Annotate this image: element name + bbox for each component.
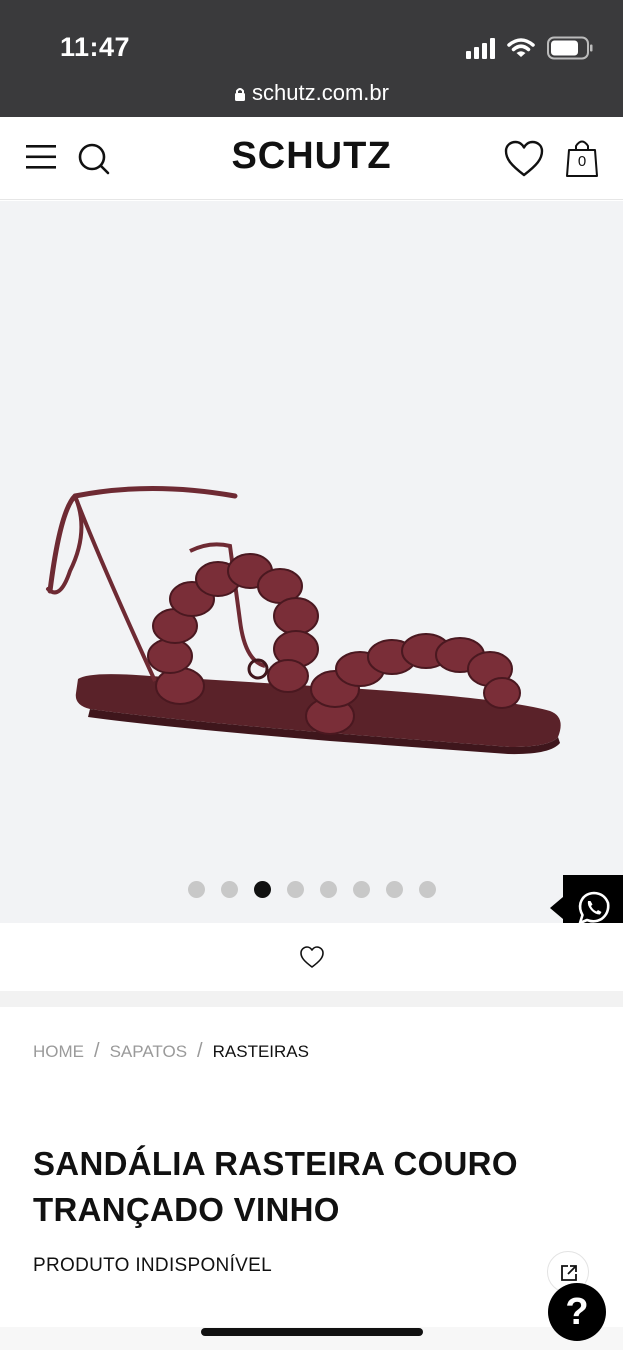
breadcrumb: HOME / SAPATOS / RASTEIRAS	[33, 1040, 309, 1063]
breadcrumb-home[interactable]: HOME	[33, 1042, 84, 1062]
signal-icon	[466, 37, 495, 59]
share-icon	[561, 1265, 577, 1281]
search-icon[interactable]	[76, 141, 112, 177]
status-icons	[466, 36, 593, 60]
gallery-dot[interactable]	[220, 881, 238, 898]
breadcrumb-separator: /	[94, 1040, 100, 1062]
availability-status: PRODUTO INDISPONÍVEL	[33, 1255, 272, 1276]
gallery-dot[interactable]	[352, 881, 370, 898]
menu-icon[interactable]	[26, 142, 56, 172]
breadcrumb-rasteiras[interactable]: RASTEIRAS	[213, 1042, 309, 1062]
clock: 11:47	[60, 32, 131, 62]
gallery-dot[interactable]	[319, 881, 337, 898]
site-header: SCHUTZ 0	[0, 117, 623, 200]
heart-icon[interactable]	[503, 139, 545, 179]
gallery-dot-active[interactable]	[253, 881, 271, 898]
lock-icon	[235, 87, 246, 101]
bag-count: 0	[577, 153, 587, 170]
gallery-dot[interactable]	[385, 881, 403, 898]
status-bar: 11:47 schutz.com.br	[0, 0, 623, 117]
gallery-dot[interactable]	[187, 881, 205, 898]
help-button[interactable]: ?	[548, 1283, 606, 1341]
whatsapp-icon	[578, 891, 610, 925]
gallery-pagination	[0, 881, 623, 898]
breadcrumb-sapatos[interactable]: SAPATOS	[110, 1042, 187, 1062]
gallery-dot[interactable]	[418, 881, 436, 898]
product-image	[46, 486, 561, 755]
battery-icon	[547, 36, 593, 60]
breadcrumb-separator: /	[197, 1040, 203, 1062]
url-text: schutz.com.br	[252, 80, 389, 105]
wifi-icon	[507, 38, 535, 57]
gallery-dot[interactable]	[286, 881, 304, 898]
section-divider	[0, 991, 623, 1007]
home-indicator	[201, 1328, 423, 1336]
product-gallery[interactable]	[0, 201, 623, 942]
favorite-bar	[0, 923, 623, 991]
bag-button[interactable]: 0	[563, 137, 601, 179]
address-bar[interactable]: schutz.com.br	[0, 80, 623, 106]
product-title: SANDÁLIA RASTEIRA COURO TRANÇADO VINHO	[33, 1145, 518, 1228]
heart-outline-icon[interactable]	[299, 945, 325, 969]
